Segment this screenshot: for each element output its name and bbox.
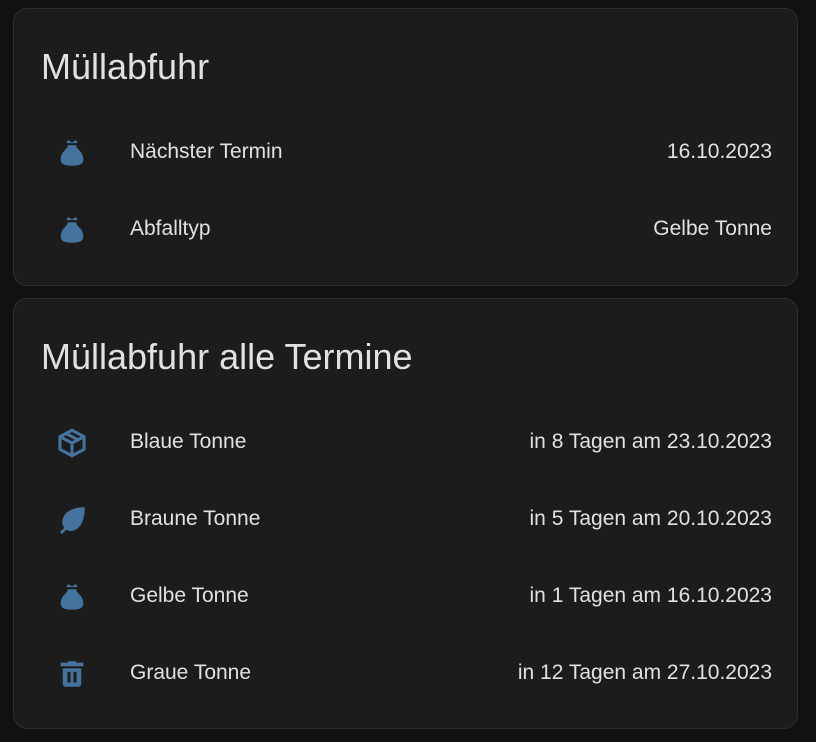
card-muellabfuhr-alle-termine: Müllabfuhr alle Termine Blaue Tonne in 8… xyxy=(13,298,798,729)
package-variant-icon xyxy=(54,425,90,461)
entity-row-graue-tonne[interactable]: Graue Tonne in 12 Tagen am 27.10.2023 xyxy=(14,648,797,696)
entity-label: Blaue Tonne xyxy=(130,430,247,453)
leaf-icon xyxy=(54,502,90,538)
sack-icon xyxy=(54,135,90,171)
entity-value: in 8 Tagen am 23.10.2023 xyxy=(529,430,772,453)
sack-icon xyxy=(54,212,90,248)
entity-value: 16.10.2023 xyxy=(666,140,772,163)
entity-row-gelbe-tonne[interactable]: Gelbe Tonne in 1 Tagen am 16.10.2023 xyxy=(14,571,797,619)
card-title: Müllabfuhr alle Termine xyxy=(41,336,413,377)
entity-label: Graue Tonne xyxy=(130,661,252,684)
entity-row-next-date[interactable]: Nächster Termin 16.10.2023 xyxy=(14,127,797,175)
card-muellabfuhr: Müllabfuhr Nächster Termin 16.10.2023 Ab… xyxy=(13,8,798,286)
entity-label: Abfalltyp xyxy=(130,217,211,240)
entity-label: Gelbe Tonne xyxy=(130,584,249,607)
entity-value: in 1 Tagen am 16.10.2023 xyxy=(529,584,772,607)
entity-row-waste-type[interactable]: Abfalltyp Gelbe Tonne xyxy=(14,204,797,252)
entity-value: Gelbe Tonne xyxy=(653,217,772,240)
trash-can-icon xyxy=(54,656,90,692)
entity-value: in 12 Tagen am 27.10.2023 xyxy=(517,661,772,684)
card-title: Müllabfuhr xyxy=(41,46,210,87)
entity-row-blaue-tonne[interactable]: Blaue Tonne in 8 Tagen am 23.10.2023 xyxy=(14,417,797,465)
entity-label: Nächster Termin xyxy=(130,140,283,163)
entity-value: in 5 Tagen am 20.10.2023 xyxy=(529,507,772,530)
entity-row-braune-tonne[interactable]: Braune Tonne in 5 Tagen am 20.10.2023 xyxy=(14,494,797,542)
sack-icon xyxy=(54,579,90,615)
entity-label: Braune Tonne xyxy=(130,507,261,530)
